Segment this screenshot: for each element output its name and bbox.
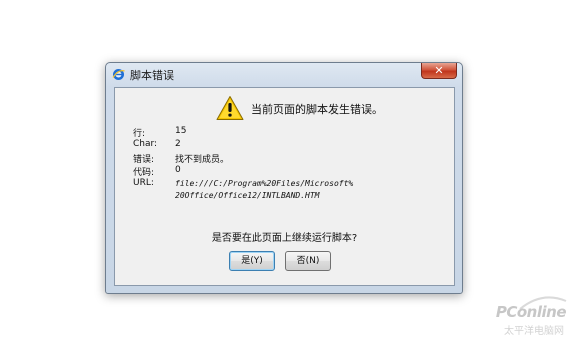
line-value: 15 bbox=[175, 126, 187, 136]
script-error-dialog: 脚本错误 ✕ 当前页面的脚本发生错误。 行: 15 Char: 2 错误: 找不… bbox=[105, 62, 463, 294]
warning-icon bbox=[216, 96, 244, 120]
error-value: 找不到成员。 bbox=[175, 155, 230, 165]
screen: 脚本错误 ✕ 当前页面的脚本发生错误。 行: 15 Char: 2 错误: 找不… bbox=[0, 0, 569, 350]
url-line-1: file:///C:/Program%20Files/Microsoft% bbox=[175, 179, 354, 188]
dialog-body: 当前页面的脚本发生错误。 行: 15 Char: 2 错误: 找不到成员。 代码… bbox=[114, 87, 455, 286]
url-line-2: 20Office/Office12/INTLBAND.HTM bbox=[175, 191, 320, 200]
url-label: URL: bbox=[133, 178, 154, 188]
yes-button[interactable]: 是(Y) bbox=[229, 251, 275, 271]
close-icon[interactable]: ✕ bbox=[422, 63, 456, 78]
close-button[interactable]: ✕ bbox=[421, 63, 457, 79]
watermark-subtitle: 太平洋电脑网 bbox=[504, 326, 564, 337]
error-message: 当前页面的脚本发生错误。 bbox=[251, 103, 383, 116]
char-label: Char: bbox=[133, 139, 158, 149]
code-value: 0 bbox=[175, 165, 181, 175]
watermark-brand: PConline bbox=[495, 303, 567, 321]
error-label: 错误: bbox=[133, 155, 155, 165]
window-title: 脚本错误 bbox=[130, 69, 174, 82]
title-bar[interactable]: 脚本错误 ✕ bbox=[106, 63, 462, 85]
line-label: 行: bbox=[133, 129, 146, 139]
ie-icon bbox=[112, 69, 125, 80]
no-button[interactable]: 否(N) bbox=[285, 251, 331, 271]
code-label: 代码: bbox=[133, 168, 155, 178]
continue-question: 是否要在此页面上继续运行脚本? bbox=[211, 233, 358, 244]
url-value: file:///C:/Program%20Files/Microsoft% 20… bbox=[175, 178, 375, 202]
char-value: 2 bbox=[175, 139, 181, 149]
